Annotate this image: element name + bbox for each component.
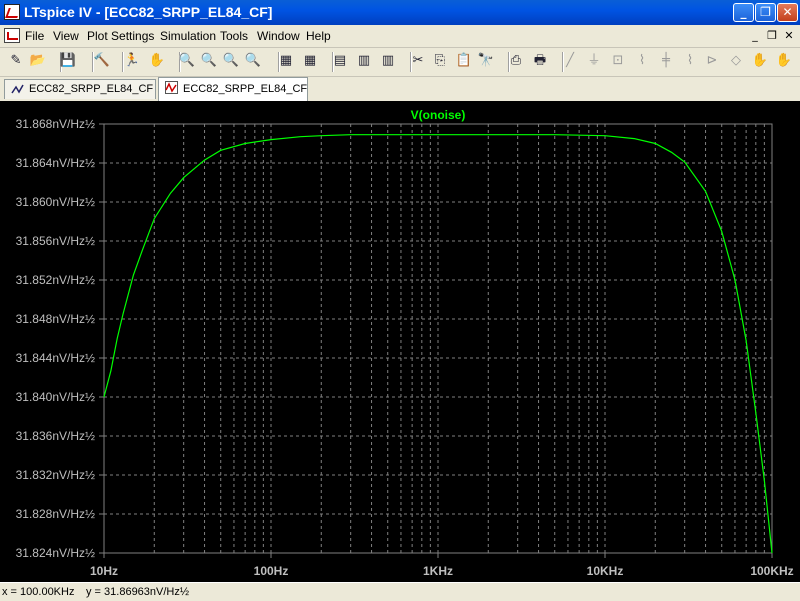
x-tick-label: 10Hz xyxy=(90,564,118,578)
copy-icon[interactable]: ⎘ xyxy=(431,52,449,70)
tile-horizontal-icon[interactable]: ▤ xyxy=(331,52,349,70)
cut-icon[interactable]: ✂ xyxy=(409,52,427,70)
menu-plot-settings[interactable]: Plot Settings xyxy=(87,29,154,43)
new-schematic-icon[interactable]: ✎ xyxy=(7,52,25,70)
ltspice-app-icon[interactable] xyxy=(4,4,20,20)
window-title: LTspice IV - [ECC82_SRPP_EL84_CF] xyxy=(24,4,273,20)
zoom-out-icon[interactable]: 🔍 xyxy=(222,52,240,70)
mdi-close-button[interactable]: ✕ xyxy=(782,29,796,42)
capacitor-icon[interactable]: ╪ xyxy=(657,52,675,70)
y-tick-label: 31.836nV/Hz½ xyxy=(16,429,95,443)
waveform-icon xyxy=(165,81,178,94)
move-icon[interactable]: ✋ xyxy=(751,52,769,70)
menu-view[interactable]: View xyxy=(53,29,79,43)
menu-file[interactable]: File xyxy=(25,29,44,43)
tab-schematic[interactable]: ECC82_SRPP_EL84_CF xyxy=(4,79,156,99)
menu-bar: File View Plot Settings Simulation Tools… xyxy=(0,25,800,48)
x-tick-label: 10KHz xyxy=(587,564,624,578)
x-readout: x = 100.00KHz xyxy=(2,586,75,598)
menu-simulation[interactable]: Simulation xyxy=(160,29,216,43)
document-icon[interactable] xyxy=(4,28,20,43)
label-net-icon[interactable]: ⊡ xyxy=(609,52,627,70)
waveform-chart[interactable]: 31.868nV/Hz½ 31.864nV/Hz½ 31.860nV/Hz½ 31.8… xyxy=(0,101,800,582)
status-bar: x = 100.00KHz y = 31.86963nV/Hz½ xyxy=(0,582,800,601)
find-icon[interactable]: 🔭 xyxy=(477,52,495,70)
y-tick-label: 31.868nV/Hz½ xyxy=(16,117,95,131)
halt-icon[interactable]: ✋ xyxy=(148,52,166,70)
waveform-plot-pane[interactable]: 31.868nV/Hz½ 31.864nV/Hz½ 31.860nV/Hz½ 31.8… xyxy=(0,101,800,582)
restore-button[interactable]: ❐ xyxy=(755,3,776,22)
tile-vertical-icon[interactable]: ▥ xyxy=(379,52,397,70)
drag-icon[interactable]: ✋ xyxy=(775,52,793,70)
tab-waveform[interactable]: ECC82_SRPP_EL84_CF xyxy=(158,77,308,101)
schematic-icon xyxy=(11,84,24,94)
open-icon[interactable]: 📂 xyxy=(29,52,47,70)
y-tick-label: 31.856nV/Hz½ xyxy=(16,234,95,248)
control-panel-icon[interactable]: 🔨 xyxy=(93,52,111,70)
autorange-icon[interactable]: ▦ xyxy=(277,52,295,70)
print-setup-icon[interactable]: ⎙ xyxy=(507,52,525,70)
zoom-fit-icon[interactable]: 🔍 xyxy=(244,52,262,70)
cascade-icon[interactable]: ▥ xyxy=(355,52,373,70)
title-bar: LTspice IV - [ECC82_SRPP_EL84_CF] _ ❐ ✕ xyxy=(0,0,800,25)
pick-visible-traces-icon[interactable]: ▦ xyxy=(301,52,319,70)
y-tick-label: 31.864nV/Hz½ xyxy=(16,156,95,170)
y-tick-label: 31.824nV/Hz½ xyxy=(16,546,95,560)
mdi-restore-button[interactable]: ❐ xyxy=(765,29,779,42)
tab-schematic-label: ECC82_SRPP_EL84_CF xyxy=(29,83,154,95)
y-tick-label: 31.844nV/Hz½ xyxy=(16,351,95,365)
document-tabs: ECC82_SRPP_EL84_CF ECC82_SRPP_EL84_CF xyxy=(0,77,800,101)
y-readout: y = 31.86963nV/Hz½ xyxy=(86,586,190,598)
menu-help[interactable]: Help xyxy=(306,29,331,43)
zoom-pan-icon[interactable]: 🔍 xyxy=(200,52,218,70)
y-tick-label: 31.840nV/Hz½ xyxy=(16,390,95,404)
y-tick-label: 31.828nV/Hz½ xyxy=(16,507,95,521)
zoom-in-icon[interactable]: 🔍 xyxy=(178,52,196,70)
y-tick-label: 31.832nV/Hz½ xyxy=(16,468,95,482)
menu-window[interactable]: Window xyxy=(257,29,300,43)
x-tick-label: 100Hz xyxy=(254,564,289,578)
toolbar: ✎ 📂 💾 🔨 🏃 ✋ 🔍 🔍 🔍 🔍 ▦ ▦ ▤ ▥ ▥ ✂ ⎘ 📋 🔭 ⎙ 🖶 ╱ ⏚ ⊡ ⌇ ╪ ⌇ ⊳ ◇ ✋ ✋ xyxy=(0,48,800,77)
wire-icon[interactable]: ╱ xyxy=(561,52,579,70)
paste-icon[interactable]: 📋 xyxy=(455,52,473,70)
y-tick-label: 31.848nV/Hz½ xyxy=(16,312,95,326)
resistor-icon[interactable]: ⌇ xyxy=(633,52,651,70)
print-icon[interactable]: 🖶 xyxy=(531,52,549,70)
run-icon[interactable]: 🏃 xyxy=(123,52,141,70)
x-tick-label: 1KHz xyxy=(423,564,453,578)
minimize-button[interactable]: _ xyxy=(733,3,754,22)
component-icon[interactable]: ◇ xyxy=(727,52,745,70)
menu-tools[interactable]: Tools xyxy=(220,29,248,43)
x-tick-label: 100KHz xyxy=(750,564,793,578)
save-icon[interactable]: 💾 xyxy=(59,52,77,70)
inductor-icon[interactable]: ⌇ xyxy=(681,52,699,70)
tab-waveform-label: ECC82_SRPP_EL84_CF xyxy=(183,83,308,95)
mdi-minimize-button[interactable]: _ xyxy=(748,29,762,42)
y-tick-label: 31.852nV/Hz½ xyxy=(16,273,95,287)
plot-background xyxy=(0,101,800,582)
ground-icon[interactable]: ⏚ xyxy=(585,52,603,70)
trace-label[interactable]: V(onoise) xyxy=(411,108,466,122)
y-tick-label: 31.860nV/Hz½ xyxy=(16,195,95,209)
diode-icon[interactable]: ⊳ xyxy=(703,52,721,70)
close-button[interactable]: ✕ xyxy=(777,3,798,22)
